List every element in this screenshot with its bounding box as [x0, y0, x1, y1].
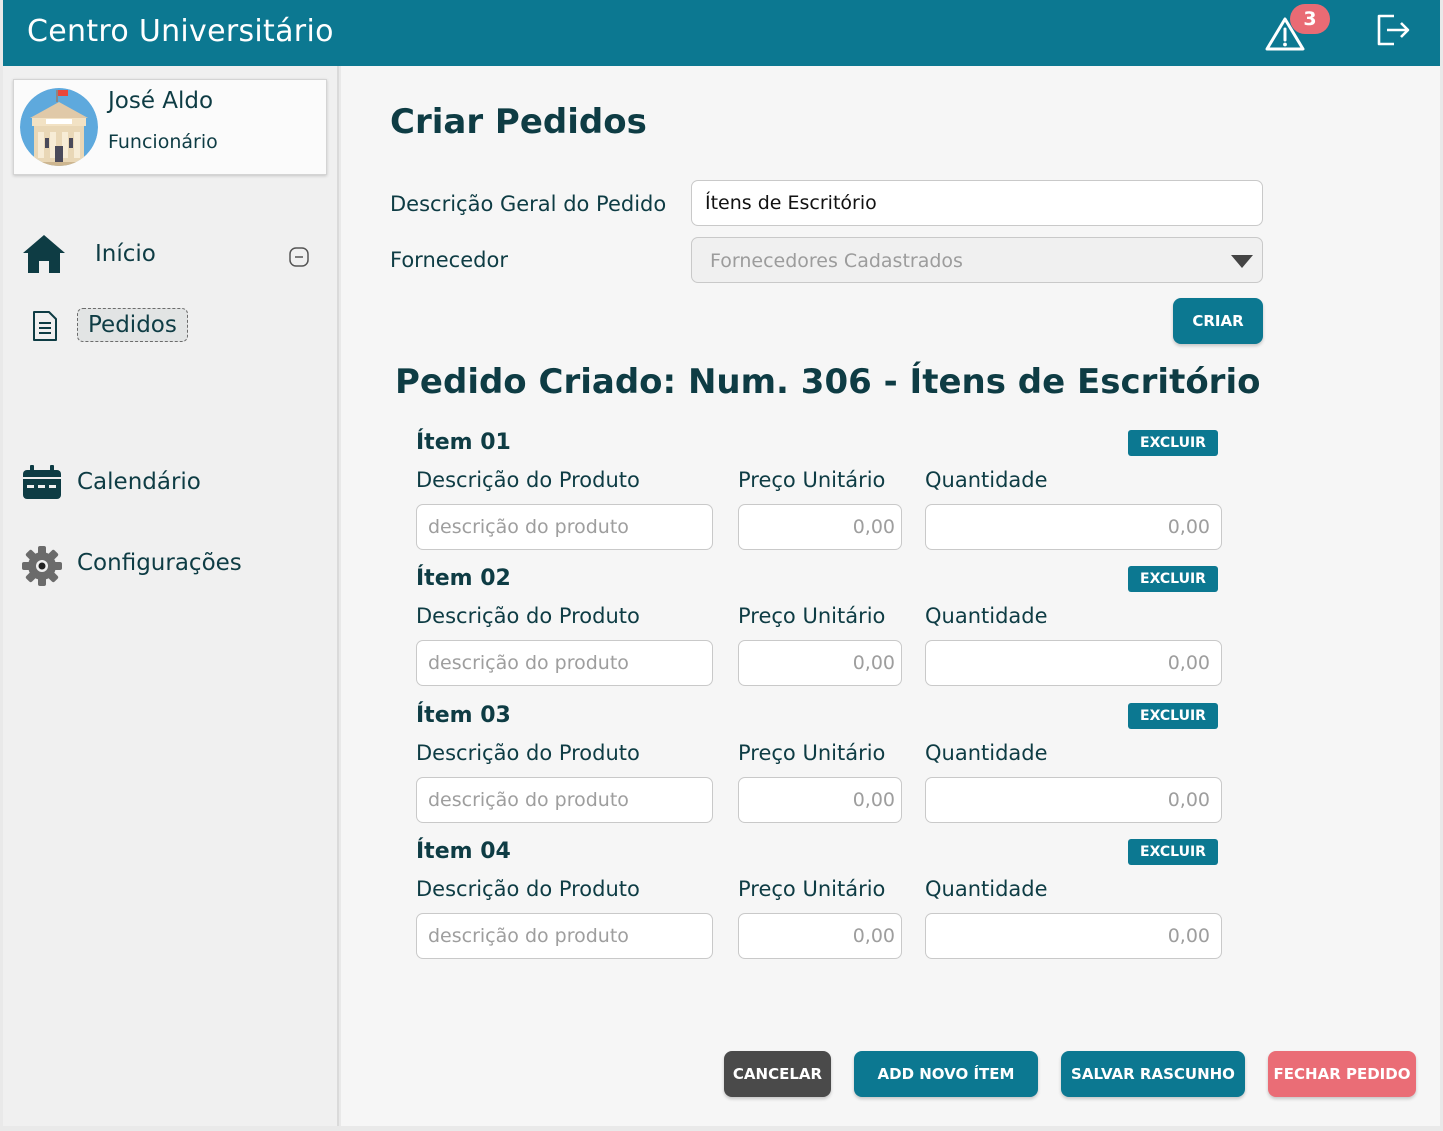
- unit-price-label: Preço Unitário: [738, 877, 886, 901]
- home-icon: [23, 235, 65, 273]
- delete-item-button[interactable]: EXCLUIR: [1128, 703, 1218, 729]
- close-order-button[interactable]: FECHAR PEDIDO: [1268, 1051, 1416, 1097]
- sidebar-item-label: Pedidos: [77, 308, 188, 342]
- sidebar-item-inicio[interactable]: Início: [21, 231, 321, 279]
- sidebar-item-configuracoes[interactable]: Configurações: [21, 543, 321, 589]
- item-title: Ítem 02: [416, 566, 511, 591]
- alerts-button[interactable]: 3: [1262, 4, 1332, 54]
- quantity-input[interactable]: 0,00: [925, 504, 1222, 550]
- profile-card: José Aldo Funcionário: [13, 79, 327, 175]
- description-input[interactable]: Ítens de Escritório: [691, 180, 1263, 226]
- unit-price-label: Preço Unitário: [738, 741, 886, 765]
- order-title: Pedido Criado: Num. 306 - Ítens de Escri…: [395, 362, 1261, 402]
- unit-price-label: Preço Unitário: [738, 468, 886, 492]
- order-item: Ítem 02 EXCLUIR Descrição do Produto Pre…: [416, 566, 1226, 702]
- chevron-down-icon: [1231, 255, 1253, 268]
- save-draft-button[interactable]: SALVAR RASCUNHO: [1061, 1051, 1245, 1097]
- logout-icon: [1377, 14, 1410, 46]
- calendar-icon: [23, 465, 61, 499]
- quantity-input[interactable]: 0,00: [925, 640, 1222, 686]
- order-item: Ítem 04 EXCLUIR Descrição do Produto Pre…: [416, 839, 1226, 975]
- user-name: José Aldo: [108, 88, 214, 114]
- document-icon: [33, 311, 57, 341]
- product-description-input[interactable]: descrição do produto: [416, 640, 713, 686]
- supplier-select[interactable]: Fornecedores Cadastrados: [691, 237, 1263, 283]
- create-button[interactable]: CRIAR: [1173, 298, 1263, 344]
- main-content: Criar Pedidos Descrição Geral do Pedido …: [341, 66, 1440, 1126]
- unit-price-input[interactable]: 0,00: [738, 504, 902, 550]
- quantity-label: Quantidade: [925, 741, 1048, 765]
- logout-button[interactable]: [1375, 12, 1419, 54]
- product-description-input[interactable]: descrição do produto: [416, 913, 713, 959]
- unit-price-input[interactable]: 0,00: [738, 913, 902, 959]
- add-item-button[interactable]: ADD NOVO ÍTEM: [854, 1051, 1038, 1097]
- item-title: Ítem 04: [416, 839, 511, 864]
- alerts-badge: 3: [1290, 4, 1330, 34]
- user-role: Funcionário: [108, 131, 218, 153]
- quantity-label: Quantidade: [925, 604, 1048, 628]
- product-description-label: Descrição do Produto: [416, 604, 640, 628]
- page-title: Criar Pedidos: [390, 102, 647, 142]
- cancel-button[interactable]: CANCELAR: [724, 1051, 831, 1097]
- quantity-label: Quantidade: [925, 468, 1048, 492]
- quantity-input[interactable]: 0,00: [925, 913, 1222, 959]
- delete-item-button[interactable]: EXCLUIR: [1128, 566, 1218, 592]
- sidebar-item-label: Configurações: [77, 550, 242, 576]
- unit-price-input[interactable]: 0,00: [738, 777, 902, 823]
- quantity-input[interactable]: 0,00: [925, 777, 1222, 823]
- top-bar: Centro Universitário 3: [3, 0, 1440, 66]
- item-title: Ítem 03: [416, 703, 511, 728]
- sidebar-item-pedidos[interactable]: Pedidos: [31, 306, 221, 346]
- product-description-label: Descrição do Produto: [416, 877, 640, 901]
- product-description-input[interactable]: descrição do produto: [416, 777, 713, 823]
- order-item: Ítem 01 EXCLUIR Descrição do Produto Pre…: [416, 430, 1226, 566]
- sidebar-item-label: Início: [95, 241, 156, 267]
- quantity-label: Quantidade: [925, 877, 1048, 901]
- item-title: Ítem 01: [416, 430, 511, 455]
- unit-price-label: Preço Unitário: [738, 604, 886, 628]
- delete-item-button[interactable]: EXCLUIR: [1128, 430, 1218, 456]
- description-label: Descrição Geral do Pedido: [390, 192, 667, 216]
- minus-circle-icon[interactable]: [289, 247, 309, 267]
- delete-item-button[interactable]: EXCLUIR: [1128, 839, 1218, 865]
- order-item: Ítem 03 EXCLUIR Descrição do Produto Pre…: [416, 703, 1226, 839]
- supplier-placeholder: Fornecedores Cadastrados: [710, 250, 963, 272]
- sidebar: José Aldo Funcionário Início Pedidos Cal…: [3, 66, 339, 1126]
- gear-icon: [22, 546, 62, 586]
- supplier-label: Fornecedor: [390, 248, 508, 272]
- sidebar-item-calendario[interactable]: Calendário: [21, 463, 321, 505]
- product-description-label: Descrição do Produto: [416, 468, 640, 492]
- avatar: [20, 88, 98, 166]
- app-title: Centro Universitário: [27, 14, 334, 49]
- product-description-input[interactable]: descrição do produto: [416, 504, 713, 550]
- unit-price-input[interactable]: 0,00: [738, 640, 902, 686]
- product-description-label: Descrição do Produto: [416, 741, 640, 765]
- sidebar-item-label: Calendário: [77, 469, 201, 495]
